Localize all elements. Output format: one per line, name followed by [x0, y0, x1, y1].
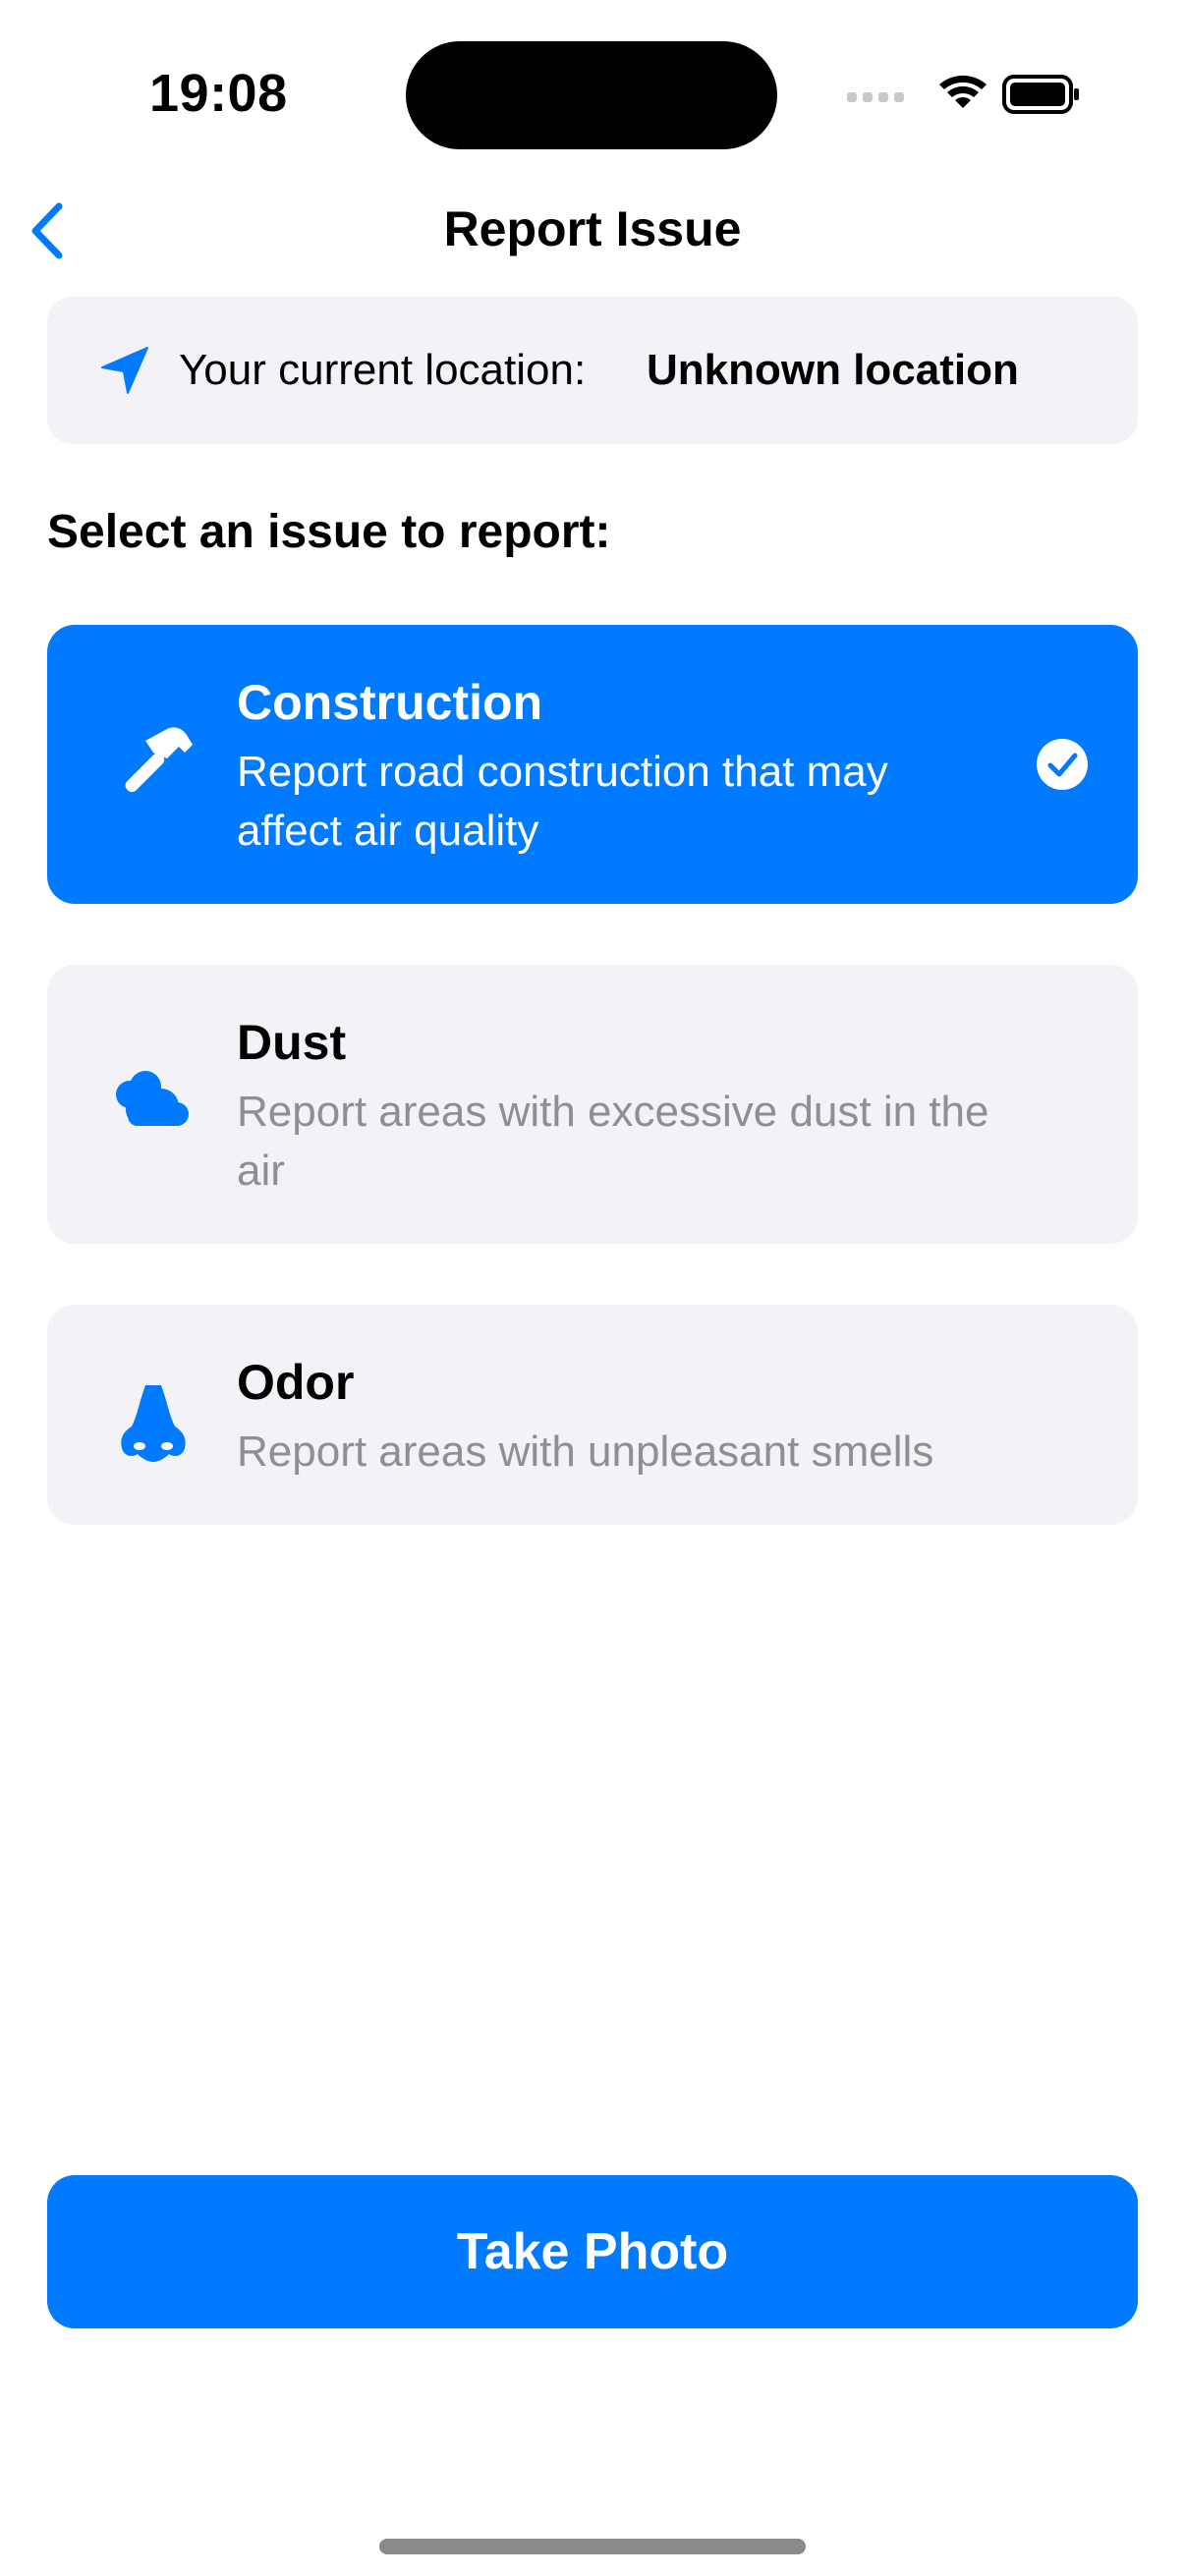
page-title: Report Issue: [443, 201, 742, 256]
issue-option-construction[interactable]: Construction Report road construction th…: [47, 625, 1138, 904]
issue-title: Dust: [237, 1015, 347, 1070]
issue-option-odor[interactable]: Odor Report areas with unpleasant smells: [47, 1305, 1138, 1525]
status-time: 19:08: [149, 64, 288, 123]
wifi-icon: [939, 75, 987, 108]
checkmark-circle-icon: [1037, 739, 1088, 790]
issue-title: Odor: [237, 1355, 355, 1410]
location-label: Your current location:: [179, 346, 587, 394]
hammer-icon: [125, 727, 193, 793]
issue-option-dust[interactable]: Dust Report areas with excessive dust in…: [47, 965, 1138, 1244]
location-card: Your current location: Unknown location: [47, 297, 1138, 444]
issue-description: Report areas with unpleasant smells: [237, 1428, 934, 1476]
cellular-signal-icon: [847, 92, 904, 102]
battery-icon: [1002, 75, 1079, 114]
cloud-icon: [116, 1071, 189, 1126]
dynamic-island: [406, 41, 777, 149]
take-photo-button[interactable]: Take Photo: [47, 2175, 1138, 2328]
home-indicator[interactable]: [379, 2539, 806, 2554]
location-value: Unknown location: [647, 346, 1019, 394]
status-icons: [847, 71, 1083, 120]
issue-description: Report areas with excessive dust in the …: [237, 1088, 989, 1195]
section-heading: Select an issue to report:: [47, 506, 611, 558]
location-arrow-icon: [101, 347, 148, 394]
issue-description: Report road construction that may affect…: [237, 748, 888, 855]
issue-title: Construction: [237, 675, 543, 730]
nose-icon: [121, 1385, 186, 1462]
